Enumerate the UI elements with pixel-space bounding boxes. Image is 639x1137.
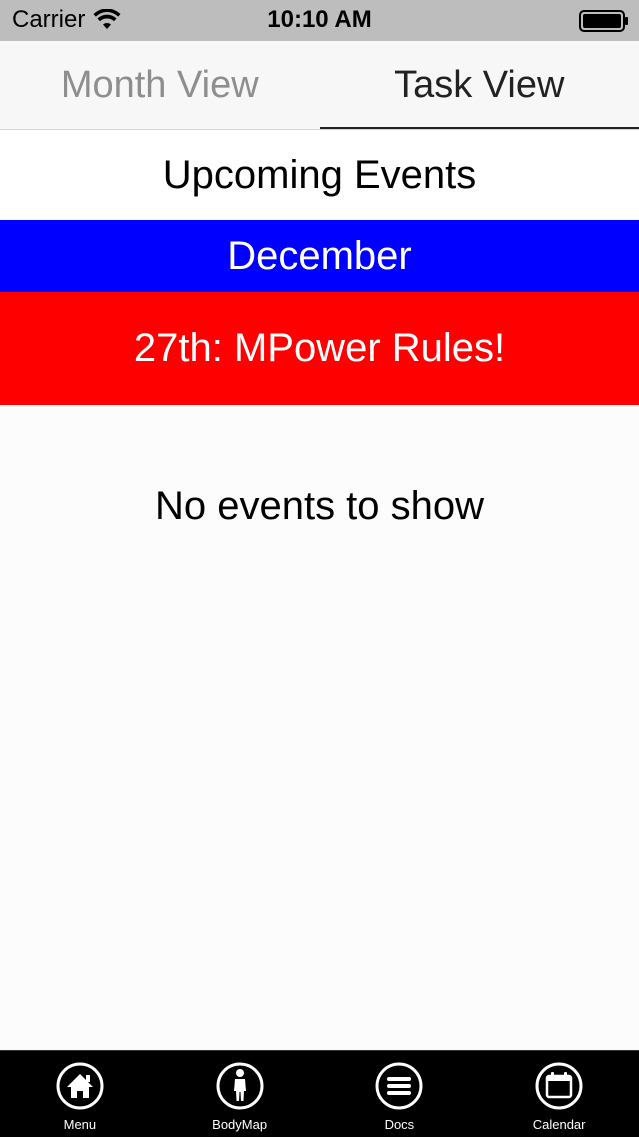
view-segmented-control: Month View Task View	[0, 41, 639, 130]
tabbar-label-docs: Docs	[385, 1117, 415, 1132]
empty-state-message: No events to show	[0, 470, 639, 542]
tabbar-item-docs[interactable]: Docs	[320, 1051, 480, 1137]
bottom-tab-bar: Menu BodyMap Docs Calendar	[0, 1050, 639, 1137]
home-icon	[55, 1061, 105, 1111]
tabbar-label-bodymap: BodyMap	[212, 1117, 267, 1132]
tabbar-label-menu: Menu	[64, 1117, 97, 1132]
tabbar-label-calendar: Calendar	[533, 1117, 586, 1132]
divider	[0, 129, 639, 130]
battery-icon	[579, 10, 629, 32]
tab-month-view[interactable]: Month View	[0, 41, 320, 130]
status-bar: Carrier 10:10 AM	[0, 0, 639, 41]
month-header: December	[0, 220, 639, 292]
status-time: 10:10 AM	[0, 6, 639, 34]
tabbar-item-calendar[interactable]: Calendar	[479, 1051, 639, 1137]
event-item[interactable]: 27th: MPower Rules!	[0, 292, 639, 405]
page-title: Upcoming Events	[0, 131, 639, 219]
calendar-icon	[534, 1061, 584, 1111]
tabbar-item-bodymap[interactable]: BodyMap	[160, 1051, 320, 1137]
tab-task-view[interactable]: Task View	[320, 41, 639, 130]
person-icon	[215, 1061, 265, 1111]
list-icon	[374, 1061, 424, 1111]
tabbar-item-menu[interactable]: Menu	[0, 1051, 160, 1137]
